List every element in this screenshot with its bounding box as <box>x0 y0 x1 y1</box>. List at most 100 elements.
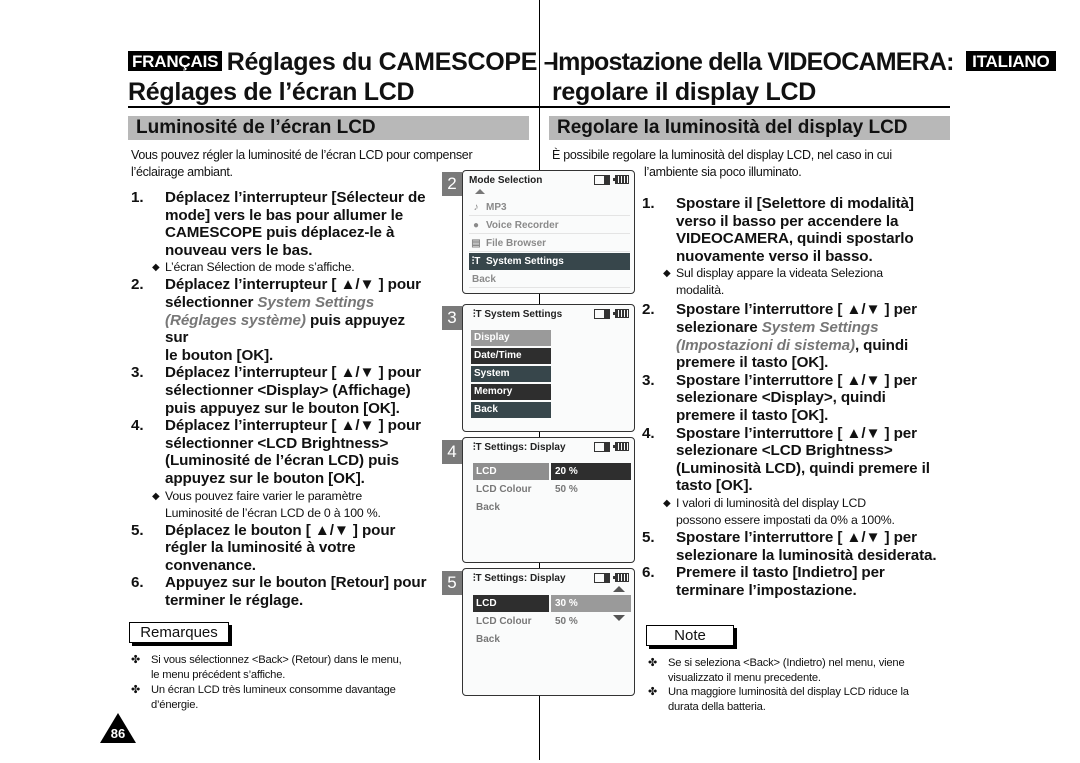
step-number: 5. <box>131 521 144 539</box>
french-note-2: ✤ Un écran LCD très lumineux consomme da… <box>131 683 396 713</box>
italian-intro-line: È possibile regolare la luminosità del d… <box>552 148 892 162</box>
scroll-up-icon[interactable] <box>475 189 485 194</box>
setting-row-lcd-brightness[interactable]: LCD Brightness 30 % <box>471 595 631 626</box>
lcd-status-icons <box>594 309 629 319</box>
step-text: Déplacez le bouton [ ▲/▼ ] pour <box>165 521 396 539</box>
note-text: Un écran LCD très lumineux consomme dava… <box>151 684 396 696</box>
battery-icon <box>613 442 629 451</box>
step-text: Déplacez l’interrupteur [ ▲/▼ ] pour <box>165 417 421 435</box>
italian-title: Impostazione della VIDEOCAMERA: <box>552 48 954 76</box>
step-number: 5. <box>642 528 655 546</box>
setting-row-lcd-colour[interactable]: LCD Colour 50 % <box>471 481 631 498</box>
step-text: premere il tasto [OK]. <box>676 354 829 372</box>
note-text: visualizzato il menu precedente. <box>668 672 821 684</box>
lcd-title: ⫶T Settings: Display <box>473 573 566 585</box>
french-step-2: 2. Déplacez l’interrupteur [ ▲/▼ ] pour … <box>131 276 431 364</box>
step-text: verso il basso per accendere la <box>676 212 899 230</box>
step-text: Spostare il [Selettore di modalità] <box>676 195 914 212</box>
memory-card-icon <box>594 442 610 452</box>
setting-row-lcd-brightness[interactable]: LCD Brightness 20 % <box>471 463 631 494</box>
lcd-title-text: Settings: Display <box>484 573 566 584</box>
battery-icon <box>613 309 629 318</box>
step-text: Spostare l’interruttore [ ▲/▼ ] per <box>676 301 917 319</box>
memory-card-icon <box>594 573 610 583</box>
step-text: Spostare l’interruttore [ ▲/▼ ] per <box>676 528 917 546</box>
step-text: Déplacez l’interrupteur [Sélecteur de <box>165 189 426 206</box>
step-number: 6. <box>642 564 655 582</box>
french-subtitle: Réglages de l’écran LCD <box>128 78 415 106</box>
step-text: convenance. <box>165 556 256 574</box>
step-text: selezionare <LCD Brightness> <box>676 442 893 460</box>
lcd-title: ⫶T System Settings <box>473 309 562 321</box>
language-badge-french: FRANÇAIS <box>128 51 223 71</box>
step-text: puis appuyez sur le bouton [OK]. <box>165 399 400 417</box>
french-step-1-note: ◆ L’écran Sélection de mode s’affiche. <box>117 259 431 276</box>
step-text: tasto [OK]. <box>676 477 753 495</box>
step-text: terminare l’impostazione. <box>676 581 857 599</box>
italian-step-6: 6. Premere il tasto [Indietro] per termi… <box>642 564 942 599</box>
note-text: Vous pouvez faire varier le paramètre <box>165 488 362 503</box>
menu-item-system-settings[interactable]: ⫶T System Settings <box>469 253 630 270</box>
step-text: régler la luminosité à votre <box>165 539 356 557</box>
clover-bullet-icon: ✤ <box>131 654 141 666</box>
menu-item-label: File Browser <box>486 238 547 249</box>
lcd-title-text: Settings: Display <box>484 442 566 453</box>
battery-icon <box>613 175 629 184</box>
screen-step-number: 3 <box>442 306 462 330</box>
step-text: (Luminosité de l’écran LCD) puis <box>165 452 399 470</box>
menu-item-mp3[interactable]: ♪ MP3 <box>469 199 630 216</box>
screen-step-number: 5 <box>442 571 462 595</box>
language-badge-italian: ITALIANO <box>966 51 1056 71</box>
step-text: selezionare la luminosità desiderata. <box>676 546 937 564</box>
screen-connector <box>539 294 540 304</box>
note-text: Sul display appare la videata Seleziona <box>676 266 883 281</box>
setting-label: Back <box>476 502 500 513</box>
step-text: selezionare <Display>, quindi <box>676 389 886 407</box>
menu-reference: (Réglages système) <box>165 311 306 329</box>
step-number: 4. <box>131 417 144 435</box>
settings-icon: ⫶T <box>471 256 481 267</box>
music-note-icon: ♪ <box>473 202 479 213</box>
menu-item-back[interactable]: Back <box>469 271 630 288</box>
french-header-rule <box>128 106 539 108</box>
clover-bullet-icon: ✤ <box>648 686 658 698</box>
step-text: le bouton [OK]. <box>165 346 274 364</box>
diamond-bullet-icon: ◆ <box>152 490 160 502</box>
step-number: 2. <box>131 276 144 294</box>
italian-step-1-note-cont: modalità. <box>628 282 942 299</box>
lcd-screen-settings-display-20: ⫶T Settings: Display LCD Brightness 20 %… <box>462 437 635 563</box>
note-text: le menu précédent s’affiche. <box>151 669 286 681</box>
note-text: L’écran Sélection de mode s’affiche. <box>165 260 355 275</box>
italian-step-4-note: ◆ I valori di luminosità del display LCD <box>628 495 942 512</box>
menu-item-system[interactable]: System <box>471 366 551 382</box>
menu-item-display[interactable]: Display <box>471 330 551 346</box>
menu-item-date-time[interactable]: Date/Time <box>471 348 551 364</box>
file-icon: ▤ <box>471 238 481 249</box>
setting-label: LCD Colour <box>476 616 532 627</box>
french-step-1: 1. Déplacez l’interrupteur [Sélecteur de… <box>131 189 431 259</box>
step-number: 3. <box>131 364 144 382</box>
memory-card-icon <box>594 309 610 319</box>
italian-header-rule <box>540 106 950 108</box>
diamond-bullet-icon: ◆ <box>152 262 160 274</box>
note-text: Luminosité de l’écran LCD de 0 à 100 %. <box>165 505 381 520</box>
menu-item-voice-recorder[interactable]: ● Voice Recorder <box>469 217 630 234</box>
note-text: durata della batteria. <box>668 701 766 713</box>
menu-item-memory[interactable]: Memory <box>471 384 551 400</box>
setting-row-lcd-colour[interactable]: LCD Colour 50 % <box>471 613 631 630</box>
increase-arrow-icon[interactable] <box>613 586 625 592</box>
step-number: 4. <box>642 424 655 442</box>
menu-item-file-browser[interactable]: ▤ File Browser <box>469 235 630 252</box>
memory-card-icon <box>594 175 610 185</box>
italian-steps: 1. Spostare il [Selettore di modalità] v… <box>642 195 942 599</box>
french-step-4-note-cont: Luminosité de l’écran LCD de 0 à 100 %. <box>117 505 431 522</box>
french-step-4: 4. Déplacez l’interrupteur [ ▲/▼ ] pour … <box>131 417 431 487</box>
setting-row-back[interactable]: Back <box>471 499 631 516</box>
menu-item-back[interactable]: Back <box>471 402 551 418</box>
setting-row-back[interactable]: Back <box>471 631 631 648</box>
clover-bullet-icon: ✤ <box>648 657 658 669</box>
setting-value: 50 % <box>555 616 578 627</box>
step-text: , quindi <box>854 336 909 354</box>
note-text: Si vous sélectionnez <Back> (Retour) dan… <box>151 654 402 666</box>
screen-step-number: 2 <box>442 172 462 196</box>
